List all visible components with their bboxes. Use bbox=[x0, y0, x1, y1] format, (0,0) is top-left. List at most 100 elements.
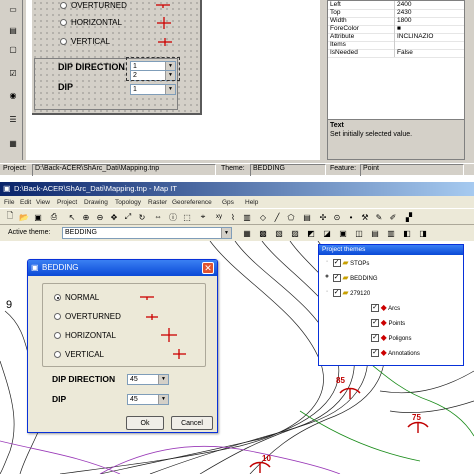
theme-tree-item[interactable]: ✓ ◆ Poligons bbox=[371, 332, 412, 343]
chevron-down-icon[interactable]: ▼ bbox=[165, 85, 175, 94]
toolbox-list-icon[interactable]: ☰ bbox=[6, 112, 20, 126]
radio-horizontal-top[interactable] bbox=[60, 19, 67, 27]
option-vertical[interactable]: VERTICAL bbox=[54, 350, 104, 359]
ok-button[interactable]: Ok bbox=[126, 416, 164, 430]
visibility-checkbox[interactable]: ✓ bbox=[371, 304, 379, 313]
chevron-down-icon[interactable]: ▼ bbox=[158, 395, 168, 404]
property-value[interactable]: INCLINAZIO bbox=[394, 33, 465, 41]
menu-item-gps[interactable]: Gps bbox=[222, 199, 234, 206]
theme-tree-item[interactable]: ✓ ◆ Arcs bbox=[371, 302, 400, 313]
theme-tool-1-icon[interactable]: ▦ bbox=[240, 226, 254, 240]
menu-item-edit[interactable]: Edit bbox=[20, 199, 31, 206]
menu-item-view[interactable]: View bbox=[36, 199, 50, 206]
chevron-down-icon[interactable]: ▼ bbox=[221, 228, 231, 238]
dip-direction-select[interactable]: 45 ▼ bbox=[127, 374, 169, 385]
theme-tree-item[interactable]: ✓ ◆ Annotations bbox=[371, 347, 420, 358]
info-icon[interactable]: ⓘ bbox=[166, 210, 180, 224]
radio-normal[interactable] bbox=[54, 294, 61, 302]
zoom-extent-icon[interactable]: ⤢ bbox=[121, 210, 135, 224]
theme-tool-2-icon[interactable]: ▩ bbox=[256, 226, 270, 240]
expand-icon[interactable]: ● bbox=[323, 273, 331, 283]
new-file-icon[interactable]: 🗋 bbox=[3, 210, 17, 224]
theme-tool-4-icon[interactable]: ▨ bbox=[288, 226, 302, 240]
top-option-overturned[interactable]: OVERTURNED bbox=[60, 1, 127, 10]
point-icon[interactable]: • bbox=[344, 210, 358, 224]
dip-select[interactable]: 45 ▼ bbox=[127, 394, 169, 405]
binoculars-icon[interactable]: ⊙ bbox=[330, 210, 344, 224]
visibility-checkbox[interactable]: ✓ bbox=[371, 319, 379, 328]
radio-overturned-top[interactable] bbox=[60, 2, 67, 10]
visibility-checkbox[interactable]: ✓ bbox=[371, 334, 379, 343]
visibility-checkbox[interactable]: ✓ bbox=[332, 289, 341, 298]
menu-item-georeference[interactable]: Georeference bbox=[172, 199, 212, 206]
menu-item-topology[interactable]: Topology bbox=[115, 199, 141, 206]
option-horizontal[interactable]: HORIZONTAL bbox=[54, 331, 116, 340]
edit-icon[interactable]: ✎ bbox=[372, 210, 386, 224]
top-option-horizontal[interactable]: HORIZONTAL bbox=[60, 18, 122, 27]
xy-icon[interactable]: xy bbox=[212, 210, 226, 224]
compass-icon[interactable]: ✣ bbox=[316, 210, 330, 224]
radio-vertical-top[interactable] bbox=[60, 38, 67, 46]
layer-icon[interactable]: ▤ bbox=[300, 210, 314, 224]
polygon-icon[interactable]: ⬠ bbox=[284, 210, 298, 224]
save-icon[interactable]: ▣ bbox=[31, 210, 45, 224]
zoom-out-icon[interactable]: ⊖ bbox=[93, 210, 107, 224]
print-icon[interactable]: ⎙ bbox=[47, 210, 61, 224]
graph-icon[interactable]: ⌇ bbox=[226, 210, 240, 224]
property-value[interactable]: 1800 bbox=[394, 17, 465, 25]
toolbox-frame-icon[interactable]: ▢ bbox=[6, 42, 20, 56]
menu-item-raster[interactable]: Raster bbox=[148, 199, 167, 206]
property-row[interactable]: IsNeeded False bbox=[328, 49, 464, 58]
toolbox-grid-icon[interactable]: ▦ bbox=[6, 136, 20, 150]
menu-item-help[interactable]: Help bbox=[245, 199, 258, 206]
active-theme-select[interactable]: BEDDING ▼ bbox=[62, 227, 232, 239]
pointer-icon[interactable]: ↖ bbox=[65, 210, 79, 224]
paint-icon[interactable]: ▞ bbox=[402, 210, 416, 224]
toolbox-checkbox-icon[interactable]: ☑ bbox=[6, 66, 20, 80]
chart-icon[interactable]: ▥ bbox=[240, 210, 254, 224]
option-overturned[interactable]: OVERTURNED bbox=[54, 312, 121, 321]
pencil-icon[interactable]: ✐ bbox=[386, 210, 400, 224]
close-icon[interactable]: ✕ bbox=[202, 262, 214, 274]
measure-icon[interactable]: ⇿ bbox=[151, 210, 165, 224]
theme-tool-8-icon[interactable]: ◫ bbox=[352, 226, 366, 240]
theme-tree-item[interactable]: · ✓ ▰ 279120 bbox=[323, 287, 370, 298]
theme-tool-12-icon[interactable]: ◨ bbox=[416, 226, 430, 240]
zoom-in-icon[interactable]: ⊕ bbox=[79, 210, 93, 224]
top-option-vertical[interactable]: VERTICAL bbox=[60, 37, 110, 46]
menu-item-project[interactable]: Project bbox=[57, 199, 77, 206]
theme-tool-10-icon[interactable]: ▥ bbox=[384, 226, 398, 240]
toolbox-combobox-icon[interactable]: ▤ bbox=[6, 23, 20, 37]
cancel-button[interactable]: Cancel bbox=[171, 416, 213, 430]
toolbox-option-icon[interactable]: ◉ bbox=[6, 88, 20, 102]
line-icon[interactable]: ╱ bbox=[270, 210, 284, 224]
menu-item-drawing[interactable]: Drawing bbox=[84, 199, 108, 206]
theme-tree-item[interactable]: ● ✓ ▰ BEDDING bbox=[323, 272, 378, 283]
pan-icon[interactable]: ✥ bbox=[107, 210, 121, 224]
visibility-checkbox[interactable]: ✓ bbox=[332, 259, 341, 268]
property-value[interactable] bbox=[394, 41, 465, 49]
dip-select-top[interactable]: 1 ▼ bbox=[130, 84, 176, 95]
radio-overturned[interactable] bbox=[54, 313, 61, 321]
theme-tool-9-icon[interactable]: ▤ bbox=[368, 226, 382, 240]
theme-tool-5-icon[interactable]: ◩ bbox=[304, 226, 318, 240]
visibility-checkbox[interactable]: ✓ bbox=[371, 349, 379, 358]
radio-vertical[interactable] bbox=[54, 351, 61, 359]
tools-icon[interactable]: ⚒ bbox=[358, 210, 372, 224]
theme-tool-3-icon[interactable]: ▧ bbox=[272, 226, 286, 240]
refresh-icon[interactable]: ↻ bbox=[135, 210, 149, 224]
visibility-checkbox[interactable]: ✓ bbox=[332, 274, 341, 283]
radio-horizontal[interactable] bbox=[54, 332, 61, 340]
property-value[interactable]: 2400 bbox=[394, 1, 465, 9]
theme-tool-11-icon[interactable]: ◧ bbox=[400, 226, 414, 240]
property-value[interactable]: False bbox=[394, 49, 465, 57]
property-value[interactable]: 2430 bbox=[394, 9, 465, 17]
theme-tree-item[interactable]: ✓ ◆ Points bbox=[371, 317, 405, 328]
option-normal[interactable]: NORMAL bbox=[54, 293, 99, 302]
theme-tree-item[interactable]: · ✓ ▰ STOPs bbox=[323, 257, 369, 268]
expand-icon[interactable]: · bbox=[323, 288, 331, 298]
toolbox-textbox-icon[interactable]: ▭ bbox=[6, 2, 20, 16]
open-folder-icon[interactable]: 📂 bbox=[17, 210, 31, 224]
shape-icon[interactable]: ◇ bbox=[256, 210, 270, 224]
theme-tool-7-icon[interactable]: ▣ bbox=[336, 226, 350, 240]
